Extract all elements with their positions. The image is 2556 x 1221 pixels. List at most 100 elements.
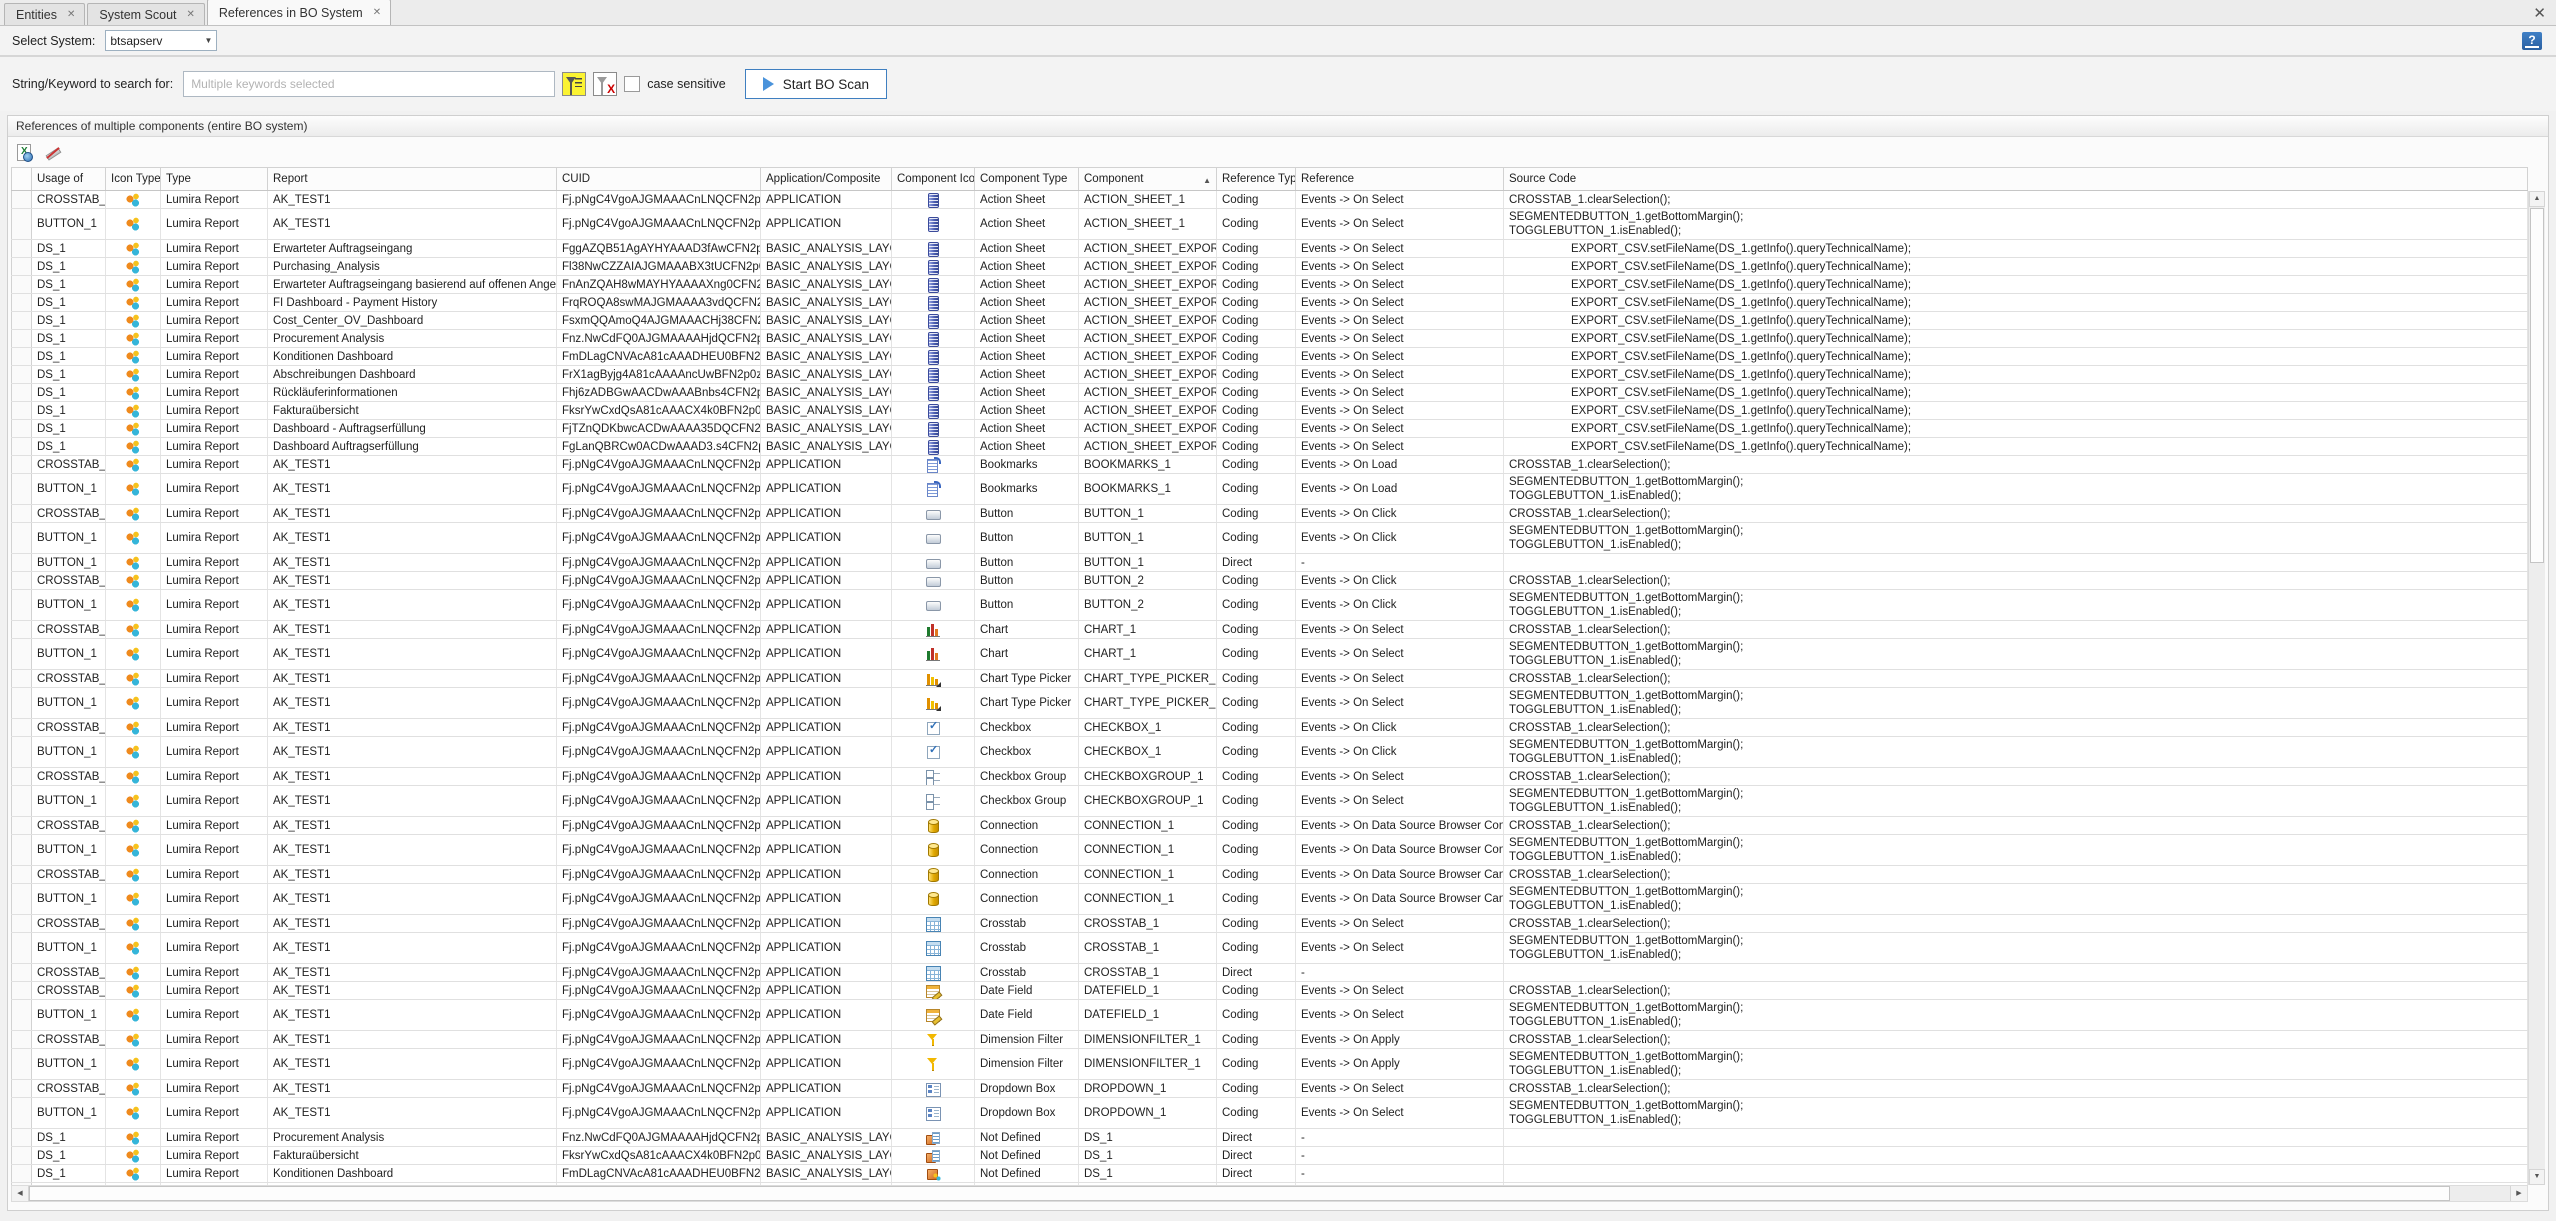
column-header-usage[interactable]: Usage of: [31, 167, 106, 191]
cell-selector[interactable]: [11, 638, 32, 670]
table-row[interactable]: BUTTON_1 Lumira Report AK_TEST1 Fj.pNgC4Vgo…: [11, 473, 2528, 505]
column-header-component[interactable]: Component ▲: [1078, 167, 1217, 191]
table-row[interactable]: DS_1 Lumira Report Purchasing_Analysis Fl38…: [11, 257, 2528, 276]
table-row[interactable]: BUTTON_1 Lumira Report AK_TEST1 Fj.pNgC4Vgo…: [11, 999, 2528, 1031]
cell-selector[interactable]: [11, 914, 32, 933]
cell-selector[interactable]: [11, 504, 32, 523]
tab-references-in-bo-system[interactable]: References in BO System ✕: [206, 0, 392, 25]
table-row[interactable]: CROSSTAB_1 Lumira Report AK_TEST1 Fj.pNgC4V…: [11, 669, 2528, 688]
cell-selector[interactable]: [11, 1146, 32, 1165]
column-header-sel[interactable]: [11, 167, 32, 191]
table-row[interactable]: BUTTON_1 Lumira Report AK_TEST1 Fj.pNgC4Vgo…: [11, 1097, 2528, 1129]
cell-selector[interactable]: [11, 208, 32, 240]
cell-selector[interactable]: [11, 239, 32, 258]
table-row[interactable]: DS_1 Lumira Report Konditionen Dashboard Fm…: [11, 1164, 2528, 1183]
cell-selector[interactable]: [11, 1128, 32, 1147]
cell-selector[interactable]: [11, 981, 32, 1000]
table-row[interactable]: CROSSTAB_1 Lumira Report AK_TEST1 Fj.pNgC4V…: [11, 190, 2528, 209]
scroll-down-button[interactable]: ▼: [2529, 1169, 2545, 1185]
table-row[interactable]: DS_1 Lumira Report Procurement Analysis Fnz…: [11, 329, 2528, 348]
cell-selector[interactable]: [11, 1079, 32, 1098]
search-input[interactable]: [183, 71, 556, 97]
cell-selector[interactable]: [11, 383, 32, 402]
table-row[interactable]: CROSSTAB_1 Lumira Report AK_TEST1 Fj.pNgC4V…: [11, 1079, 2528, 1098]
table-row[interactable]: BUTTON_1 Lumira Report AK_TEST1 Fj.pNgC4Vgo…: [11, 785, 2528, 817]
table-row[interactable]: BUTTON_1 Lumira Report AK_TEST1 Fj.pNgC4Vgo…: [11, 208, 2528, 240]
cell-selector[interactable]: [11, 1097, 32, 1129]
column-header-type[interactable]: Type: [160, 167, 268, 191]
vertical-scrollbar[interactable]: ▲ ▼: [2528, 191, 2545, 1185]
table-row[interactable]: BUTTON_1 Lumira Report AK_TEST1 Fj.pNgC4Vgo…: [11, 736, 2528, 768]
cell-selector[interactable]: [11, 347, 32, 366]
table-row[interactable]: BUTTON_1 Lumira Report AK_TEST1 Fj.pNgC4Vgo…: [11, 932, 2528, 964]
column-header-icontype[interactable]: Icon Type: [105, 167, 161, 191]
horizontal-scroll-thumb[interactable]: [29, 1186, 2450, 1201]
cell-selector[interactable]: [11, 767, 32, 786]
table-row[interactable]: CROSSTAB_1 Lumira Report AK_TEST1 Fj.pNgC4V…: [11, 718, 2528, 737]
column-header-source[interactable]: Source Code: [1503, 167, 2528, 191]
table-row[interactable]: DS_1 Lumira Report Erwarteter Auftragseing…: [11, 239, 2528, 258]
cell-selector[interactable]: [11, 785, 32, 817]
table-row[interactable]: DS_1 Lumira Report FI Dashboard - Payment …: [11, 293, 2528, 312]
cell-selector[interactable]: [11, 883, 32, 915]
cell-selector[interactable]: [11, 963, 32, 982]
table-row[interactable]: CROSSTAB_1 Lumira Report AK_TEST1 Fj.pNgC4V…: [11, 914, 2528, 933]
cell-selector[interactable]: [11, 553, 32, 572]
table-row[interactable]: DS_1 Lumira Report Procurement Analysis Fnz…: [11, 1128, 2528, 1147]
cell-selector[interactable]: [11, 401, 32, 420]
table-row[interactable]: BUTTON_1 Lumira Report AK_TEST1 Fj.pNgC4Vgo…: [11, 522, 2528, 554]
cell-selector[interactable]: [11, 932, 32, 964]
table-row[interactable]: BUTTON_1 Lumira Report AK_TEST1 Fj.pNgC4Vgo…: [11, 883, 2528, 915]
filter-select-button[interactable]: [562, 72, 587, 96]
column-header-cuid[interactable]: CUID: [556, 167, 761, 191]
column-header-reftype[interactable]: Reference Type: [1216, 167, 1296, 191]
cell-selector[interactable]: [11, 589, 32, 621]
table-row[interactable]: BUTTON_1 Lumira Report AK_TEST1 Fj.pNgC4Vgo…: [11, 589, 2528, 621]
table-row[interactable]: DS_1 Lumira ReportAbschreibungen Dashboar…: [11, 365, 2528, 384]
cell-selector[interactable]: [11, 419, 32, 438]
cell-selector[interactable]: [11, 365, 32, 384]
cell-selector[interactable]: [11, 329, 32, 348]
table-row[interactable]: DS_1 Lumira Report Dashboard - Auftragserf…: [11, 419, 2528, 438]
table-row[interactable]: DS_1 Lumira ReportAbschreibungen Dashboar…: [11, 1182, 2528, 1185]
horizontal-scrollbar[interactable]: ◀ ▶: [11, 1185, 2528, 1202]
scroll-up-button[interactable]: ▲: [2529, 191, 2545, 207]
clear-formatting-icon[interactable]: [45, 144, 63, 162]
cell-selector[interactable]: [11, 190, 32, 209]
cell-selector[interactable]: [11, 669, 32, 688]
cell-selector[interactable]: [11, 687, 32, 719]
table-row[interactable]: CROSSTAB_1 Lumira Report AK_TEST1 Fj.pNgC4V…: [11, 504, 2528, 523]
table-row[interactable]: BUTTON_1 Lumira Report AK_TEST1 Fj.pNgC4Vgo…: [11, 1048, 2528, 1080]
cell-selector[interactable]: [11, 1164, 32, 1183]
cell-selector[interactable]: [11, 718, 32, 737]
table-row[interactable]: BUTTON_1 Lumira Report AK_TEST1 Fj.pNgC4Vgo…: [11, 834, 2528, 866]
cell-selector[interactable]: [11, 571, 32, 590]
cell-selector[interactable]: [11, 1182, 32, 1185]
table-row[interactable]: BUTTON_1 Lumira Report AK_TEST1 Fj.pNgC4Vgo…: [11, 687, 2528, 719]
table-row[interactable]: CROSSTAB_1 Lumira Report AK_TEST1 Fj.pNgC4V…: [11, 981, 2528, 1000]
tab-close-icon[interactable]: ✕: [187, 9, 195, 20]
table-row[interactable]: CROSSTAB_1 Lumira Report AK_TEST1 Fj.pNgC4V…: [11, 865, 2528, 884]
table-row[interactable]: CROSSTAB_1 Lumira Report AK_TEST1 Fj.pNgC4V…: [11, 455, 2528, 474]
cell-selector[interactable]: [11, 275, 32, 294]
table-row[interactable]: CROSSTAB_1 Lumira Report AK_TEST1 Fj.pNgC4V…: [11, 963, 2528, 982]
table-row[interactable]: DS_1 Lumira Report Fakturaübersicht FksrYwC…: [11, 401, 2528, 420]
table-row[interactable]: CROSSTAB_1 Lumira Report AK_TEST1 Fj.pNgC4V…: [11, 1030, 2528, 1049]
cell-selector[interactable]: [11, 816, 32, 835]
table-row[interactable]: DS_1 Lumira Report Erwarteter Auftragseing…: [11, 275, 2528, 294]
filter-clear-button[interactable]: X: [593, 72, 618, 96]
start-bo-scan-button[interactable]: Start BO Scan: [744, 69, 887, 99]
table-row[interactable]: DS_1 Lumira Report Fakturaübersicht FksrYwC…: [11, 1146, 2528, 1165]
cell-selector[interactable]: [11, 620, 32, 639]
cell-selector[interactable]: [11, 1048, 32, 1080]
scroll-left-button[interactable]: ◀: [12, 1186, 29, 1201]
table-row[interactable]: BUTTON_1 Lumira Report AK_TEST1 Fj.pNgC4Vgo…: [11, 553, 2528, 572]
tab-entities[interactable]: Entities ✕: [4, 3, 86, 25]
cell-selector[interactable]: [11, 311, 32, 330]
cell-selector[interactable]: [11, 437, 32, 456]
table-row[interactable]: BUTTON_1 Lumira Report AK_TEST1 Fj.pNgC4Vgo…: [11, 638, 2528, 670]
cell-selector[interactable]: [11, 999, 32, 1031]
case-sensitive-checkbox[interactable]: [624, 76, 641, 92]
system-select[interactable]: btsapserv ▼: [105, 30, 218, 51]
help-icon[interactable]: ?: [2522, 31, 2542, 50]
